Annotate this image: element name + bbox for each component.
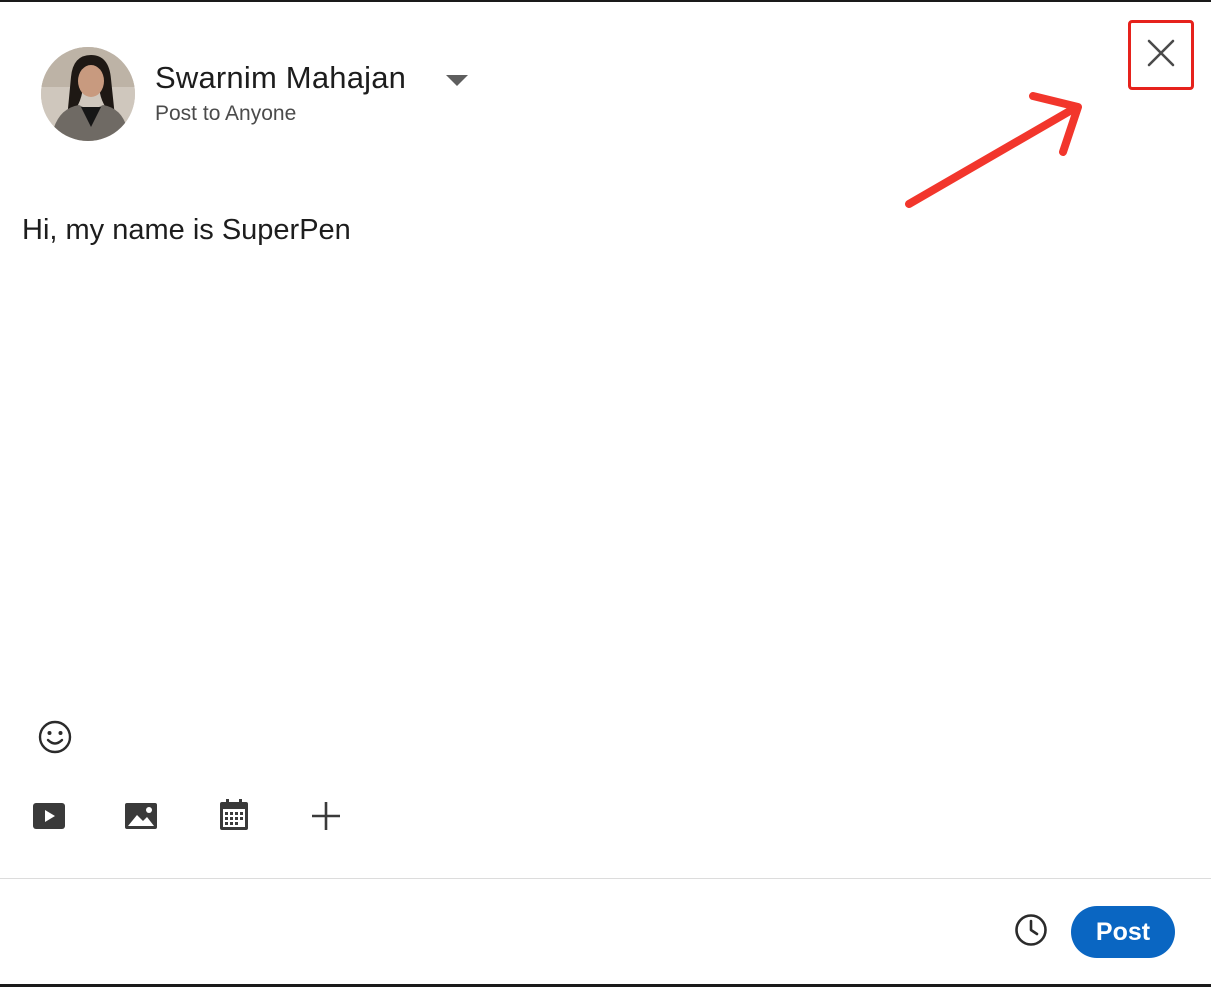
footer-divider — [0, 878, 1211, 879]
dialog-top-border — [0, 0, 1211, 2]
caret-down-icon[interactable] — [443, 72, 471, 88]
close-button[interactable] — [1128, 20, 1194, 90]
audience-label[interactable]: Post to Anyone — [155, 102, 296, 126]
clock-icon — [1013, 912, 1049, 953]
post-text-editor[interactable]: Hi, my name is SuperPen — [22, 214, 1182, 674]
post-composer-dialog: Swarnim Mahajan Post to Anyone Hi, my na… — [0, 0, 1211, 987]
schedule-post-button[interactable] — [1009, 910, 1053, 954]
add-video-button[interactable] — [28, 797, 70, 839]
video-icon — [31, 801, 67, 836]
avatar — [41, 47, 135, 141]
annotation-arrow — [895, 80, 1095, 220]
add-photo-button[interactable] — [120, 797, 162, 839]
more-options-button[interactable] — [305, 797, 347, 839]
smiley-icon — [37, 719, 73, 760]
post-button[interactable]: Post — [1071, 906, 1175, 958]
calendar-event-icon — [217, 798, 251, 838]
emoji-button[interactable] — [34, 718, 76, 760]
close-icon — [1144, 36, 1178, 75]
photo-icon — [123, 801, 159, 836]
add-event-button[interactable] — [213, 797, 255, 839]
author-name: Swarnim Mahajan — [155, 60, 407, 95]
plus-icon — [309, 799, 343, 838]
